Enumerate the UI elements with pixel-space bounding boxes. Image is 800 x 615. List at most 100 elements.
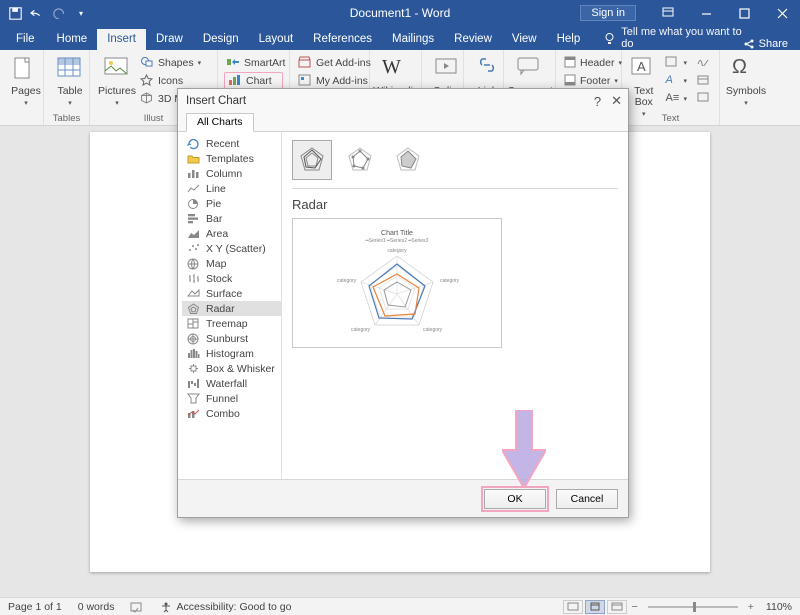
page-indicator[interactable]: Page 1 of 1 <box>0 601 70 613</box>
tab-design[interactable]: Design <box>193 29 249 50</box>
focus-mode-button[interactable] <box>563 600 583 614</box>
addins-icon <box>298 74 312 88</box>
line-icon <box>186 183 200 195</box>
accessibility-status[interactable]: Accessibility: Good to go <box>152 601 299 613</box>
zoom-slider[interactable] <box>648 606 738 608</box>
chart-type-list: Recent Templates Column Line Pie Bar Are… <box>178 132 282 479</box>
my-addins-button[interactable]: My Add-ins <box>296 72 363 89</box>
box-icon <box>186 363 200 375</box>
symbols-button[interactable]: Ω Symbols ▾ <box>726 52 766 107</box>
bar-icon <box>186 213 200 225</box>
dialog-tab-allcharts[interactable]: All Charts <box>186 113 254 132</box>
chart-type-histogram[interactable]: Histogram <box>182 346 281 361</box>
pages-button[interactable]: Pages ▾ <box>6 52 46 107</box>
chart-type-map[interactable]: Map <box>182 256 281 271</box>
tab-insert[interactable]: Insert <box>97 29 146 50</box>
chart-type-pie[interactable]: Pie <box>182 196 281 211</box>
tab-references[interactable]: References <box>303 29 382 50</box>
zoom-in-button[interactable]: + <box>744 601 758 613</box>
header-button[interactable]: Header ▾ <box>562 54 615 71</box>
textbox-button[interactable]: A Text Box ▾ <box>628 52 659 118</box>
table-icon <box>56 56 84 84</box>
chart-type-sunburst[interactable]: Sunburst <box>182 331 281 346</box>
ribbon-options-icon[interactable] <box>650 0 686 26</box>
quick-parts-button[interactable]: ▾ <box>663 54 689 71</box>
get-addins-button[interactable]: Get Add-ins <box>296 54 363 71</box>
treemap-icon <box>186 318 200 330</box>
ribbon-tabs: File Home Insert Draw Design Layout Refe… <box>0 26 800 50</box>
ok-button[interactable]: OK <box>484 489 546 509</box>
tab-draw[interactable]: Draw <box>146 29 193 50</box>
save-icon[interactable] <box>8 6 22 20</box>
smartart-button[interactable]: SmartArt <box>224 54 283 71</box>
minimize-icon[interactable] <box>688 0 724 26</box>
map-icon <box>186 258 200 270</box>
tab-home[interactable]: Home <box>47 29 98 50</box>
undo-icon[interactable] <box>30 6 44 20</box>
subtype-title: Radar <box>292 197 618 212</box>
radar-subtype-basic[interactable] <box>292 140 332 180</box>
cancel-button[interactable]: Cancel <box>556 489 618 509</box>
tell-me-search[interactable]: Tell me what you want to do <box>604 26 742 50</box>
spellcheck-icon[interactable] <box>122 601 152 613</box>
pie-icon <box>186 198 200 210</box>
chart-type-stock[interactable]: Stock <box>182 271 281 286</box>
radar-subtype-markers[interactable] <box>340 140 380 180</box>
chart-type-bar[interactable]: Bar <box>182 211 281 226</box>
share-button[interactable]: Share <box>743 38 788 50</box>
insert-chart-dialog: Insert Chart ? ✕ All Charts Recent Templ… <box>177 88 629 518</box>
dialog-help-button[interactable]: ? <box>594 94 601 109</box>
chart-button[interactable]: Chart <box>224 72 283 89</box>
chart-type-funnel[interactable]: Funnel <box>182 391 281 406</box>
tab-layout[interactable]: Layout <box>249 29 304 50</box>
chart-type-box[interactable]: Box & Whisker <box>182 361 281 376</box>
chart-type-combo[interactable]: Combo <box>182 406 281 421</box>
chart-type-scatter[interactable]: X Y (Scatter) <box>182 241 281 256</box>
chart-type-column[interactable]: Column <box>182 166 281 181</box>
table-button[interactable]: Table ▾ <box>50 52 90 107</box>
chart-type-templates[interactable]: Templates <box>182 151 281 166</box>
chart-type-area[interactable]: Area <box>182 226 281 241</box>
column-icon <box>186 168 200 180</box>
chart-type-treemap[interactable]: Treemap <box>182 316 281 331</box>
icons-button[interactable]: Icons <box>138 72 203 89</box>
link-icon <box>476 56 504 84</box>
chart-type-line[interactable]: Line <box>182 181 281 196</box>
close-icon[interactable] <box>764 0 800 26</box>
zoom-out-button[interactable]: − <box>628 601 642 613</box>
cube-icon <box>140 92 154 106</box>
drop-cap-button[interactable]: A≡▾ <box>663 90 689 107</box>
tab-help[interactable]: Help <box>547 29 591 50</box>
tab-review[interactable]: Review <box>444 29 502 50</box>
waterfall-icon <box>186 378 200 390</box>
svg-text:category: category <box>387 248 407 254</box>
print-layout-button[interactable] <box>585 600 605 614</box>
word-count[interactable]: 0 words <box>70 601 123 613</box>
qat-customize-icon[interactable]: ▾ <box>74 6 88 20</box>
tab-view[interactable]: View <box>502 29 547 50</box>
chart-type-recent[interactable]: Recent <box>182 136 281 151</box>
svg-text:category: category <box>337 278 357 284</box>
datetime-button[interactable] <box>695 72 713 89</box>
sign-in-button[interactable]: Sign in <box>580 5 636 21</box>
radar-subtype-filled[interactable] <box>388 140 428 180</box>
pictures-icon <box>103 56 131 84</box>
tab-mailings[interactable]: Mailings <box>382 29 444 50</box>
tab-file[interactable]: File <box>4 29 47 50</box>
signature-button[interactable] <box>695 54 713 71</box>
zoom-level[interactable]: 110% <box>758 601 800 613</box>
chart-type-surface[interactable]: Surface <box>182 286 281 301</box>
wordart-button[interactable]: A▾ <box>663 72 689 89</box>
maximize-icon[interactable] <box>726 0 762 26</box>
web-layout-button[interactable] <box>607 600 627 614</box>
pictures-button[interactable]: Pictures ▾ <box>96 52 138 107</box>
redo-icon[interactable] <box>52 6 66 20</box>
chart-type-waterfall[interactable]: Waterfall <box>182 376 281 391</box>
dialog-close-button[interactable]: ✕ <box>611 93 622 109</box>
chart-type-radar[interactable]: Radar <box>182 301 281 316</box>
shapes-button[interactable]: Shapes ▾ <box>138 54 203 71</box>
object-button[interactable] <box>695 90 713 107</box>
footer-icon <box>564 74 576 88</box>
textbox-icon: A <box>630 56 658 84</box>
footer-button[interactable]: Footer ▾ <box>562 72 615 89</box>
